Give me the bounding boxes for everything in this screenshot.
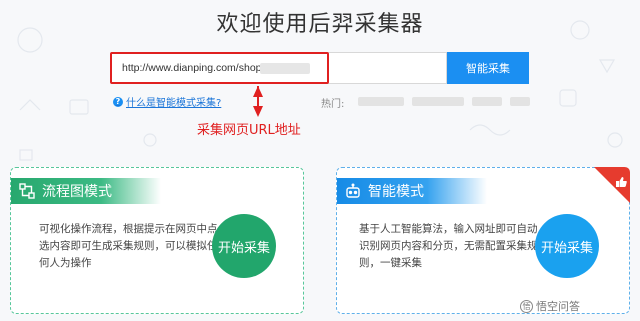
thumbs-up-icon xyxy=(594,167,630,203)
flow-mode-header: 流程图模式 xyxy=(11,178,161,204)
smart-collect-button[interactable]: 智能采集 xyxy=(447,52,529,84)
smart-mode-start-button[interactable]: 开始采集 xyxy=(535,214,599,278)
page-title: 欢迎使用后羿采集器 xyxy=(216,12,424,37)
flow-mode-description: 可视化操作流程，根据提示在网页中点选内容即可生成采集规则，可以模拟任何人为操作 xyxy=(39,223,218,269)
url-highlight-outline xyxy=(110,52,329,84)
flow-mode-card: 流程图模式 可视化操作流程，根据提示在网页中点选内容即可生成采集规则，可以模拟任… xyxy=(10,167,304,314)
help-link-text: 什么是智能模式采集? xyxy=(126,98,222,109)
smart-mode-title: 智能模式 xyxy=(368,184,424,200)
question-icon: ? xyxy=(113,96,123,107)
hot-label: 热门: xyxy=(321,99,345,110)
flow-mode-start-button[interactable]: 开始采集 xyxy=(212,214,276,278)
smart-mode-card: 智能模式 基于人工智能算法，输入网址即可自动识别网页内容和分页，无需配置采集规则… xyxy=(336,167,630,314)
flowchart-icon xyxy=(19,183,35,199)
annotation-arrow-icon xyxy=(253,86,263,117)
smart-mode-header: 智能模式 xyxy=(337,178,487,204)
smart-mode-description: 基于人工智能算法，输入网址即可自动识别网页内容和分页，无需配置采集规则，一键采集 xyxy=(359,223,538,269)
watermark-text: 悟空问答 xyxy=(536,300,580,313)
hot-link-redacted[interactable] xyxy=(412,97,464,106)
robot-icon xyxy=(345,183,361,199)
annotation-label: 采集网页URL地址 xyxy=(197,123,301,138)
hot-link-redacted[interactable] xyxy=(472,97,502,106)
watermark-logo-icon: 悟 xyxy=(520,299,533,313)
help-link[interactable]: ? 什么是智能模式采集? xyxy=(113,94,221,109)
hot-link-redacted[interactable] xyxy=(358,97,404,106)
hot-link-redacted[interactable] xyxy=(510,97,530,106)
flow-mode-title: 流程图模式 xyxy=(42,184,112,200)
watermark: 悟 悟空问答 xyxy=(520,298,580,314)
